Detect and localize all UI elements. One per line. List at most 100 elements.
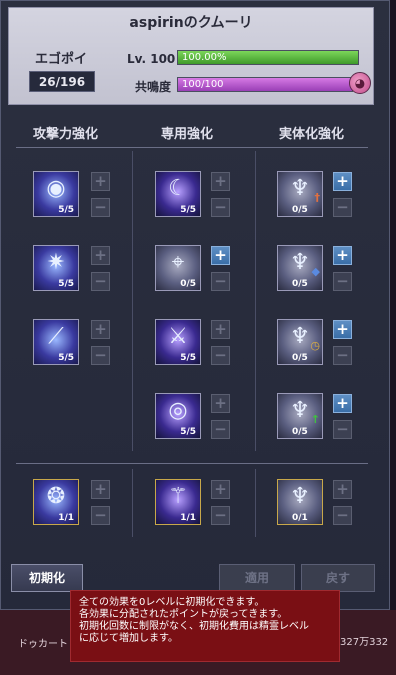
skill-level: 5/5 <box>58 279 74 289</box>
level-bar-text: 100.00% <box>182 52 227 63</box>
skill-slot-attack-1[interactable]: ◉ 5/5 <box>33 171 79 217</box>
skill-slot-special-2[interactable]: ⌖ 0/5 <box>155 245 201 291</box>
tooltip-line: 全ての効果を0レベルに初期化できます。 <box>79 597 265 608</box>
plus-button[interactable]: + <box>91 320 110 339</box>
skill-slot-materialize-final[interactable]: ♆ 0/1 <box>277 479 323 525</box>
level-label: Lv. 100 <box>127 52 176 66</box>
water-burst-icon: ❂ <box>46 484 66 509</box>
plus-button[interactable]: + <box>333 480 352 499</box>
plus-button[interactable]: + <box>333 172 352 191</box>
skill-slot-attack-2[interactable]: ✷ 5/5 <box>33 245 79 291</box>
header-divider <box>16 147 368 148</box>
plus-button[interactable]: + <box>211 172 230 191</box>
spirit-enhance-window: aspirinのクムーリ エゴポイント 26/196 Lv. 100 100.0… <box>0 0 390 610</box>
plus-button[interactable]: + <box>91 480 110 499</box>
skill-slot-materialize-4[interactable]: ♆ ↑ 0/5 <box>277 393 323 439</box>
column-divider-3 <box>132 469 133 537</box>
plus-button[interactable]: + <box>91 172 110 191</box>
resonance-bar-text: 100/100 <box>182 79 224 90</box>
plus-button[interactable]: + <box>333 246 352 265</box>
resonance-bar: 100/100 <box>177 77 353 92</box>
skill-slot-special-3[interactable]: ⚔ 5/5 <box>155 319 201 365</box>
skill-slot-attack-3[interactable]: ⟋ 5/5 <box>33 319 79 365</box>
minus-button[interactable]: − <box>91 198 110 217</box>
skill-level: 0/5 <box>292 205 308 215</box>
revert-button[interactable]: 戻す <box>301 564 375 592</box>
skill-slot-materialize-2[interactable]: ♆ ◆ 0/5 <box>277 245 323 291</box>
arrow-up-badge-icon: ↑ <box>310 413 320 426</box>
spirit-header-panel: aspirinのクムーリ エゴポイント 26/196 Lv. 100 100.0… <box>8 7 374 105</box>
minus-button[interactable]: − <box>333 506 352 525</box>
sword-badge-icon: † <box>314 191 321 204</box>
shield-badge-icon: ◆ <box>311 265 320 278</box>
minus-button[interactable]: − <box>211 198 230 217</box>
minus-button[interactable]: − <box>211 272 230 291</box>
skill-level: 1/1 <box>58 513 74 523</box>
skill-level: 5/5 <box>58 205 74 215</box>
reset-tooltip: 全ての効果を0レベルに初期化できます。 各効果に分配されたポイントが戻ってきます… <box>70 590 340 662</box>
minus-button[interactable]: − <box>91 272 110 291</box>
skill-slot-materialize-1[interactable]: ♆ † 0/5 <box>277 171 323 217</box>
resonance-label: 共鳴度 <box>135 80 172 94</box>
skill-level: 1/1 <box>180 513 196 523</box>
ducat-label: ドゥカート <box>18 639 68 650</box>
minus-button[interactable]: − <box>333 420 352 439</box>
skill-level: 5/5 <box>58 353 74 363</box>
minus-button[interactable]: − <box>211 420 230 439</box>
tooltip-line: 各効果に分配されたポイントが戻ってきます。 <box>79 609 288 620</box>
minus-button[interactable]: − <box>333 272 352 291</box>
level-bar: 100.00% <box>177 50 359 65</box>
money-value: 327万332 <box>340 637 389 648</box>
plus-button[interactable]: + <box>333 394 352 413</box>
plus-button[interactable]: + <box>91 246 110 265</box>
minus-button[interactable]: − <box>211 506 230 525</box>
eye-icon: ◎ <box>168 398 188 423</box>
column-header-special: 専用強化 <box>161 127 214 142</box>
tooltip-line: 初期化回数に制限がなく、初期化費用は精霊レベル <box>79 621 309 632</box>
minus-button[interactable]: − <box>91 506 110 525</box>
skill-level: 5/5 <box>180 205 196 215</box>
minus-button[interactable]: − <box>211 346 230 365</box>
skill-level: 0/5 <box>292 279 308 289</box>
winged-spirit-icon: ♆ <box>290 484 310 509</box>
column-header-materialize: 実体化強化 <box>279 127 345 142</box>
skill-level: 0/5 <box>292 353 308 363</box>
star-burst-icon: ✷ <box>46 250 66 275</box>
skill-slot-special-final[interactable]: ⚚ 1/1 <box>155 479 201 525</box>
column-header-attack: 攻撃力強化 <box>33 127 99 142</box>
crosshair-icon: ⌖ <box>171 250 185 275</box>
blue-orb-icon: ◉ <box>46 176 66 201</box>
plus-button[interactable]: + <box>211 246 230 265</box>
reset-button[interactable]: 初期化 <box>11 564 83 592</box>
blade-slash-icon: ⟋ <box>48 324 64 349</box>
pig-face-icon[interactable]: ◕ <box>349 72 371 94</box>
window-title: aspirinのクムーリ <box>129 15 253 31</box>
skill-level: 5/5 <box>180 427 196 437</box>
skill-slot-materialize-3[interactable]: ♆ ◷ 0/5 <box>277 319 323 365</box>
bottom-divider <box>16 463 368 464</box>
plus-button[interactable]: + <box>211 320 230 339</box>
crossed-swords-icon: ⚔ <box>168 324 188 349</box>
plus-button[interactable]: + <box>333 320 352 339</box>
tooltip-line: に応じて増加します。 <box>79 633 178 644</box>
column-divider-2 <box>255 151 256 451</box>
apply-button[interactable]: 適用 <box>219 564 295 592</box>
column-divider-1 <box>132 151 133 451</box>
clock-badge-icon: ◷ <box>310 339 320 352</box>
column-divider-4 <box>255 469 256 537</box>
minus-button[interactable]: − <box>91 346 110 365</box>
minus-button[interactable]: − <box>333 346 352 365</box>
skill-slot-special-1[interactable]: ☾ 5/5 <box>155 171 201 217</box>
staff-icon: ⚚ <box>168 484 188 509</box>
skill-level: 0/5 <box>180 279 196 289</box>
skill-level: 0/1 <box>292 513 308 523</box>
crescent-slash-icon: ☾ <box>168 176 188 201</box>
skill-level: 5/5 <box>180 353 196 363</box>
skill-slot-special-4[interactable]: ◎ 5/5 <box>155 393 201 439</box>
skill-slot-attack-final[interactable]: ❂ 1/1 <box>33 479 79 525</box>
skill-level: 0/5 <box>292 427 308 437</box>
plus-button[interactable]: + <box>211 480 230 499</box>
ego-point-value: 26/196 <box>29 71 95 92</box>
minus-button[interactable]: − <box>333 198 352 217</box>
plus-button[interactable]: + <box>211 394 230 413</box>
